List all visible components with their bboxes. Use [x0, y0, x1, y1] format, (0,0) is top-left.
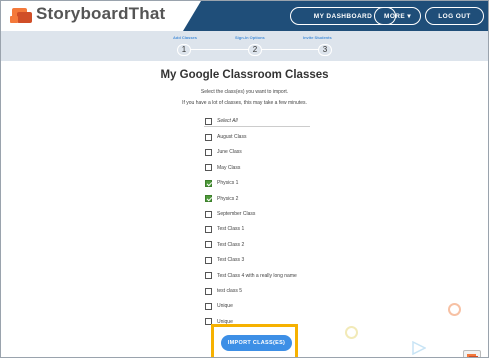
page-title: My Google Classroom Classes	[160, 69, 329, 81]
class-row[interactable]: August Class	[205, 133, 246, 141]
class-row[interactable]: test class 5	[205, 287, 242, 295]
class-label: September Class	[217, 211, 256, 217]
brand-name: StoryboardThat	[36, 4, 166, 23]
step-label-invite-students: Invite Students	[303, 35, 332, 40]
class-row[interactable]: May Class	[205, 164, 240, 172]
class-checkbox[interactable]	[205, 164, 212, 172]
storyboard-logo-icon	[467, 354, 478, 357]
class-checkbox[interactable]	[205, 179, 212, 187]
class-row[interactable]: June Class	[205, 148, 242, 156]
class-label: Test Class 4 with a really long name	[217, 272, 297, 279]
class-row[interactable]: Test Class 2	[205, 241, 244, 249]
class-row[interactable]: Physics 1	[205, 179, 238, 187]
app-window: StoryboardThat MY DASHBOARD MORE ▾ LOG O…	[0, 0, 489, 358]
class-label: Test Class 3	[217, 257, 245, 264]
step-number-2: 2	[248, 44, 262, 56]
class-row[interactable]: Test Class 4 with a really long name	[205, 272, 297, 280]
progress-steps: Add Classes Sign-In Options Invite Stude…	[1, 31, 488, 61]
class-label: test class 5	[217, 288, 243, 294]
class-label: June Class	[217, 149, 242, 156]
brand-area[interactable]: StoryboardThat	[1, 1, 201, 31]
class-checkbox[interactable]	[205, 225, 212, 233]
select-all-divider	[204, 126, 310, 127]
select-all-checkbox[interactable]	[205, 117, 212, 125]
instruction-text: Select the class(es) you want to import.	[200, 89, 289, 95]
step-label-sign-in-options: Sign-In Options	[235, 35, 265, 40]
class-checkbox[interactable]	[205, 195, 212, 203]
decorative-triangle-icon	[412, 341, 426, 355]
class-label: Unique	[217, 303, 233, 310]
decorative-ring-orange	[448, 303, 461, 316]
select-all-row[interactable]: Select All	[205, 117, 238, 125]
class-label: Physics 1	[217, 180, 239, 187]
storyboard-logo-icon	[10, 8, 32, 24]
import-classes-button[interactable]: IMPORT CLASS(ES)	[221, 335, 292, 351]
class-checkbox[interactable]	[205, 272, 212, 280]
top-header: StoryboardThat MY DASHBOARD MORE ▾ LOG O…	[1, 1, 488, 31]
class-checkbox[interactable]	[205, 287, 212, 295]
class-checkbox[interactable]	[205, 148, 212, 156]
class-row[interactable]: Physics 2	[205, 195, 238, 203]
select-all-label: Select All	[217, 118, 238, 124]
class-label: Test Class 1	[217, 226, 245, 233]
log-out-button[interactable]: LOG OUT	[425, 7, 484, 25]
class-label: May Class	[217, 164, 241, 171]
more-menu-button[interactable]: MORE ▾	[374, 7, 421, 25]
class-label: Physics 2	[217, 195, 239, 202]
step-number-3: 3	[318, 44, 332, 56]
storyboard-help-widget-icon[interactable]	[463, 350, 481, 357]
class-row[interactable]: Test Class 3	[205, 256, 244, 264]
decorative-ring-yellow	[345, 326, 358, 339]
class-checkbox[interactable]	[205, 133, 212, 141]
class-checkbox[interactable]	[205, 241, 212, 249]
step-number-1: 1	[177, 44, 191, 56]
class-row[interactable]: Unique	[205, 302, 233, 310]
step-label-add-classes: Add Classes	[173, 35, 198, 40]
class-checkbox[interactable]	[205, 256, 212, 264]
instruction-note: If you have a lot of classes, this may t…	[182, 100, 307, 106]
class-label: Test Class 2	[217, 241, 245, 248]
class-label: August Class	[217, 134, 247, 140]
class-checkbox[interactable]	[205, 210, 212, 218]
class-row[interactable]: Test Class 1	[205, 225, 244, 233]
class-row[interactable]: September Class	[205, 210, 255, 218]
class-checkbox[interactable]	[205, 302, 212, 310]
